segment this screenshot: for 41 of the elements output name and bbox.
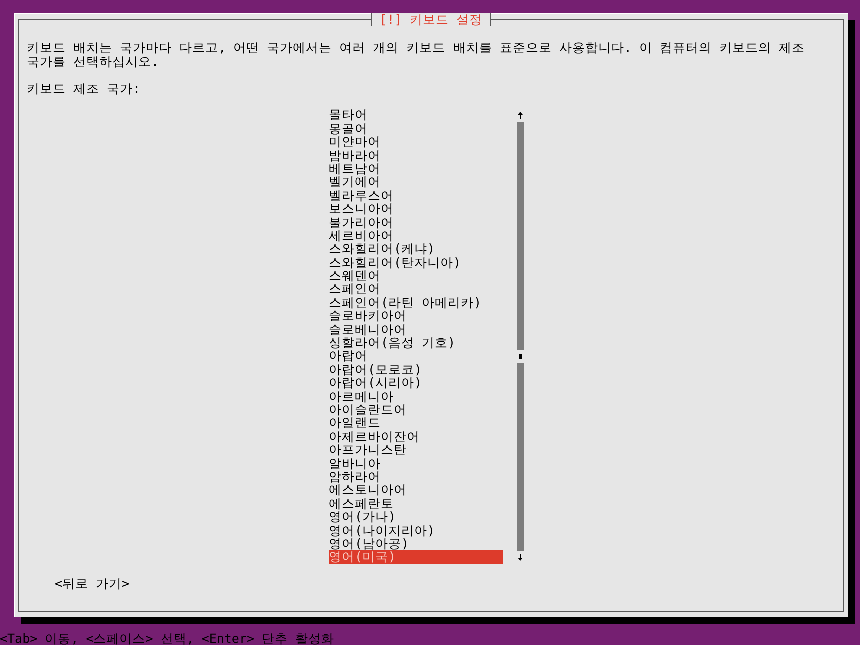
country-list-item[interactable]: 스페인어(라틴 아메리카) — [329, 296, 503, 310]
scroll-up-icon — [518, 112, 523, 119]
country-list-item[interactable]: 몰타어 — [329, 108, 503, 122]
status-bar-text: <Tab> 이동, <스페이스> 선택, <Enter> 단추 활성화 — [0, 632, 335, 645]
country-list-item[interactable]: 스와힐리어(탄자니아) — [329, 256, 503, 270]
country-list-item[interactable]: 보스니아어 — [329, 202, 503, 216]
country-list-item[interactable]: 아랍어(모로코) — [329, 362, 503, 376]
country-list-item[interactable]: 아제르바이잔어 — [329, 430, 503, 444]
country-list-item[interactable]: 싱할라어(음성 기호) — [329, 336, 503, 350]
country-list-item[interactable]: 미얀마어 — [329, 135, 503, 149]
country-list-item[interactable]: 벨기에어 — [329, 175, 503, 189]
dialog-description: 키보드 배치는 국가마다 다르고, 어떤 국가에서는 여러 개의 키보드 배치를 표준으로 사용합니다. 이 컴퓨터의 키보드의 제조 국가를 선택하십시오. — [27, 41, 806, 68]
country-list-item[interactable]: 에스토니아어 — [329, 483, 503, 497]
country-list-item[interactable]: 베트남어 — [329, 162, 503, 176]
dialog-title: [!] 키보드 설정 — [370, 13, 492, 26]
country-list-item[interactable]: 에스페란토 — [329, 496, 503, 510]
country-list-item[interactable]: 아프가니스탄 — [329, 443, 503, 457]
country-list-item[interactable]: 스와힐리어(케냐) — [329, 242, 503, 256]
back-button[interactable]: <뒤로 가기> — [55, 577, 130, 591]
country-list-item[interactable]: 아이슬란드어 — [329, 402, 503, 416]
country-list-item[interactable]: 세르비아어 — [329, 228, 503, 242]
country-list-item[interactable]: 슬로베니아어 — [329, 322, 503, 336]
scroll-down-icon — [518, 554, 523, 561]
scrollbar-thumb — [519, 354, 522, 359]
country-list-item[interactable]: 아랍어(시리아) — [329, 376, 503, 390]
country-list-item[interactable]: 알바니아 — [329, 456, 503, 470]
country-list-item[interactable]: 몽골어 — [329, 122, 503, 136]
country-list-item[interactable]: 벨라루스어 — [329, 188, 503, 202]
country-list-item[interactable]: 스페인어 — [329, 282, 503, 296]
country-list-item[interactable]: 영어(나이지리아) — [329, 524, 503, 537]
country-list-item[interactable]: 아랍어 — [329, 349, 503, 363]
country-list-item[interactable]: 슬로바키아어 — [329, 309, 503, 323]
country-list-item[interactable]: 불가리아어 — [329, 216, 503, 229]
country-list-item[interactable]: 암하라어 — [329, 470, 503, 484]
country-list-item[interactable]: 아르메니아 — [329, 390, 503, 403]
list-label: 키보드 제조 국가: — [27, 82, 141, 95]
country-list-item[interactable]: 스웨덴어 — [329, 269, 503, 282]
country-list-item[interactable]: 영어(가나) — [329, 510, 503, 524]
country-list-item[interactable]: 밤바라어 — [329, 148, 503, 162]
country-list-item[interactable]: 아일랜드 — [329, 416, 503, 430]
country-list-item[interactable]: 영어(남아공) — [329, 536, 503, 550]
